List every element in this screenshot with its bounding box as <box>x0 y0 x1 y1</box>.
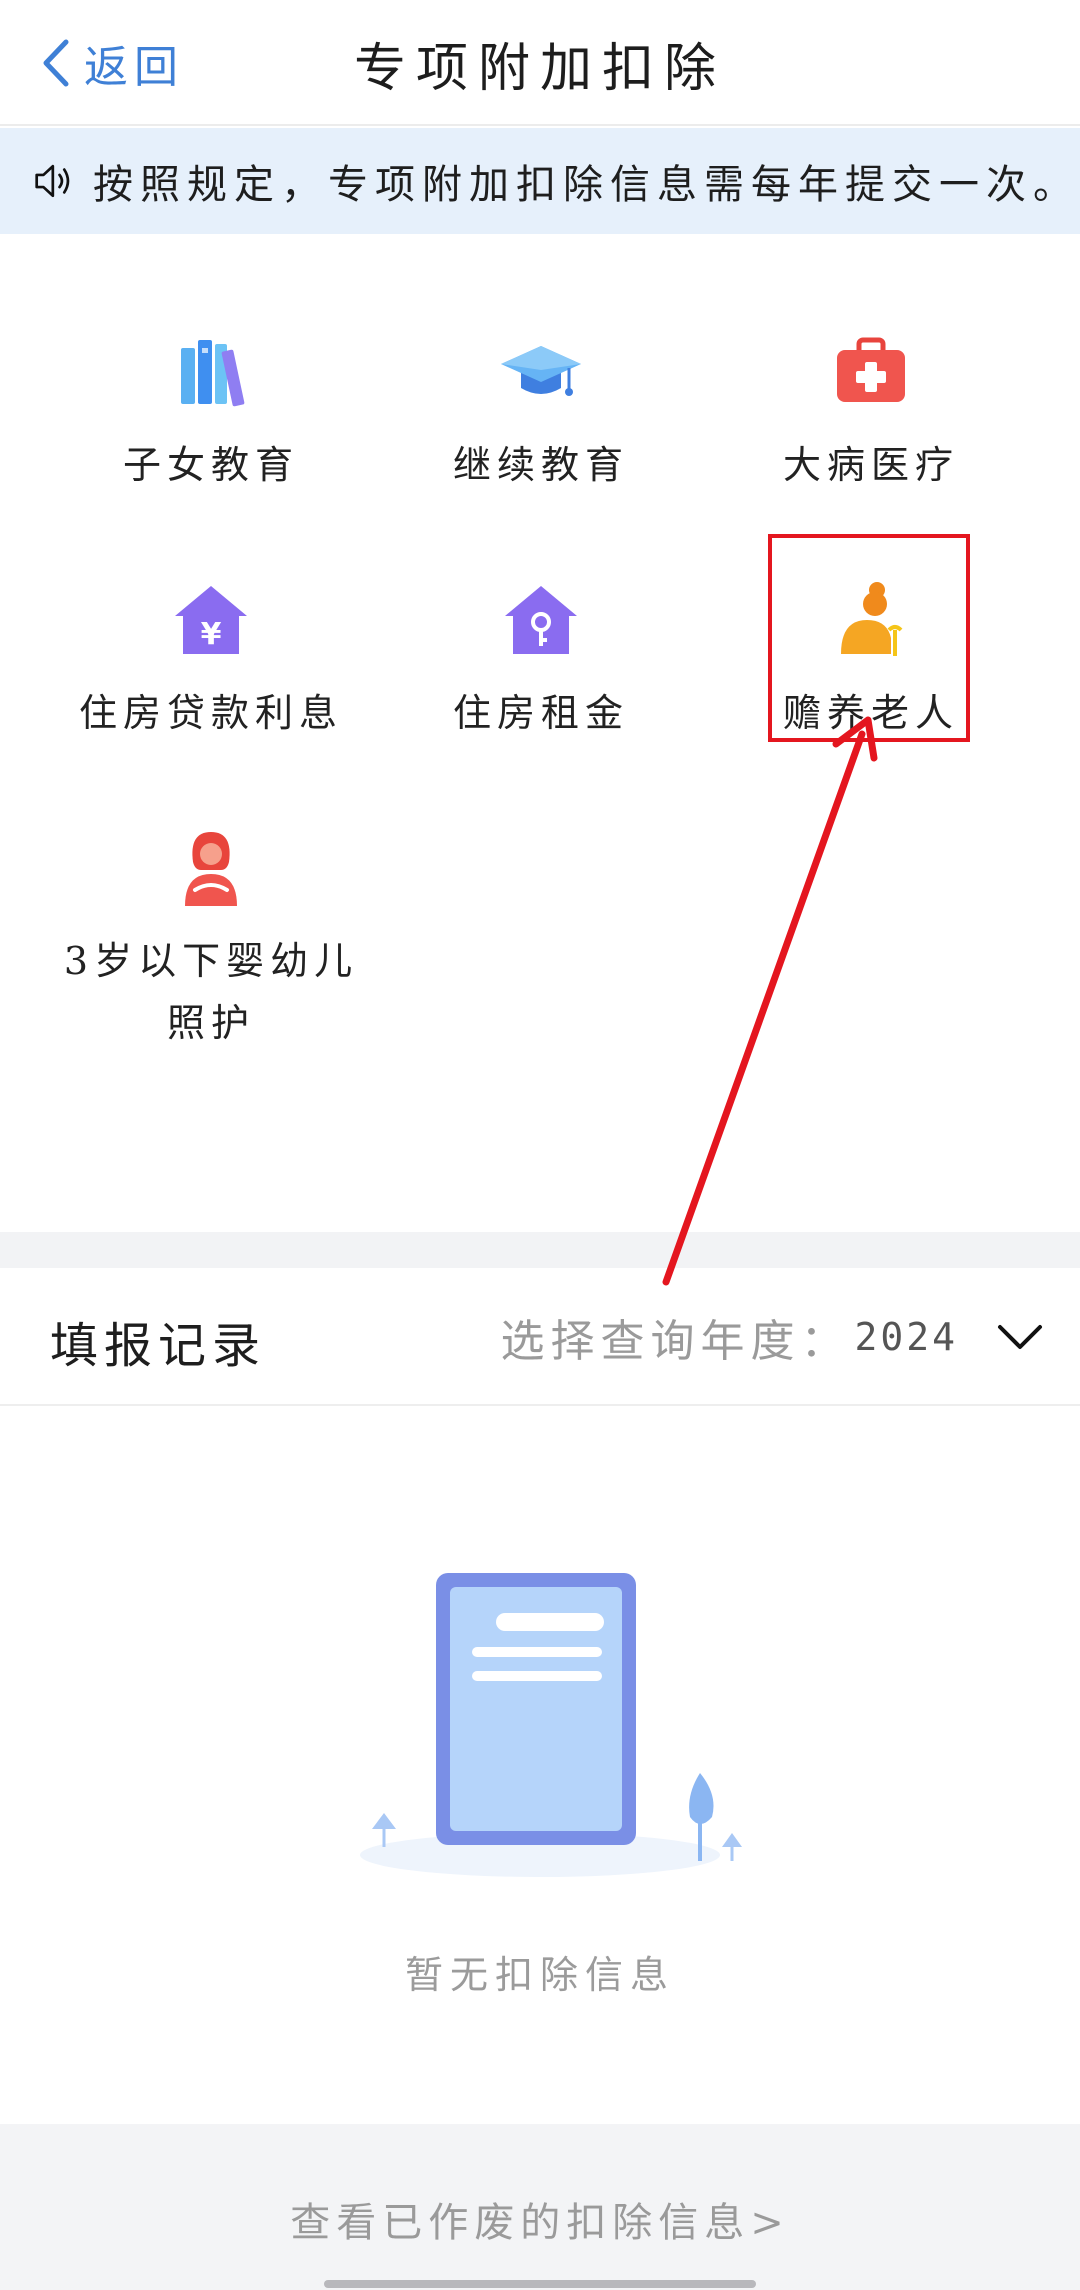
category-continuing-education[interactable]: 继续教育 <box>376 330 706 530</box>
year-selector[interactable]: 选择查询年度： 2024 <box>500 1302 1044 1372</box>
category-label: 继续教育 <box>452 443 629 487</box>
home-indicator <box>324 2280 756 2288</box>
empty-state-text: 暂无扣除信息 <box>404 1953 675 1997</box>
section-divider <box>0 1232 1080 1268</box>
graduation-cap-icon <box>501 346 581 396</box>
notice-text: 按照规定，专项附加扣除信息需每年提交一次。 <box>93 162 1080 208</box>
category-serious-illness[interactable]: 大病医疗 <box>706 330 1036 530</box>
mother-baby-icon <box>185 832 237 906</box>
category-label: 3岁以下婴幼儿照护 <box>63 939 359 1045</box>
page-title: 专项附加扣除 <box>353 39 726 99</box>
records-header: 填报记录 选择查询年度： 2024 <box>0 1268 1080 1406</box>
chevron-down-icon <box>998 1325 1042 1349</box>
house-yuan-icon: ¥ <box>175 586 247 654</box>
speaker-icon <box>35 164 70 198</box>
svg-text:¥: ¥ <box>201 617 222 652</box>
top-nav-bar: 返回 专项附加扣除 <box>0 0 1080 126</box>
category-child-education[interactable]: 子女教育 <box>46 330 376 530</box>
category-label: 住房租金 <box>452 691 629 735</box>
category-label: 大病医疗 <box>782 443 959 487</box>
category-infant-care[interactable]: 3岁以下婴幼儿照护 <box>46 826 376 1086</box>
category-label: 子女教育 <box>122 443 299 487</box>
medical-kit-icon <box>837 337 905 402</box>
voided-deductions-link[interactable]: 查看已作废的扣除信息> <box>0 2190 1080 2248</box>
category-housing-rent[interactable]: 住房租金 <box>376 578 706 778</box>
annotation-highlight-box <box>768 534 970 742</box>
empty-document-illustration <box>360 1573 742 1877</box>
records-title: 填报记录 <box>50 1318 267 1374</box>
category-housing-loan-interest[interactable]: ¥ 住房贷款利息 <box>46 578 376 778</box>
year-value: 2024 <box>854 1315 958 1359</box>
footer: 查看已作废的扣除信息> <box>0 2124 1080 2290</box>
house-key-icon <box>505 586 577 654</box>
books-icon <box>181 340 245 407</box>
category-label: 住房贷款利息 <box>78 691 343 735</box>
year-label: 选择查询年度： <box>500 1316 851 1367</box>
notice-bar: 按照规定，专项附加扣除信息需每年提交一次。 <box>0 128 1080 234</box>
